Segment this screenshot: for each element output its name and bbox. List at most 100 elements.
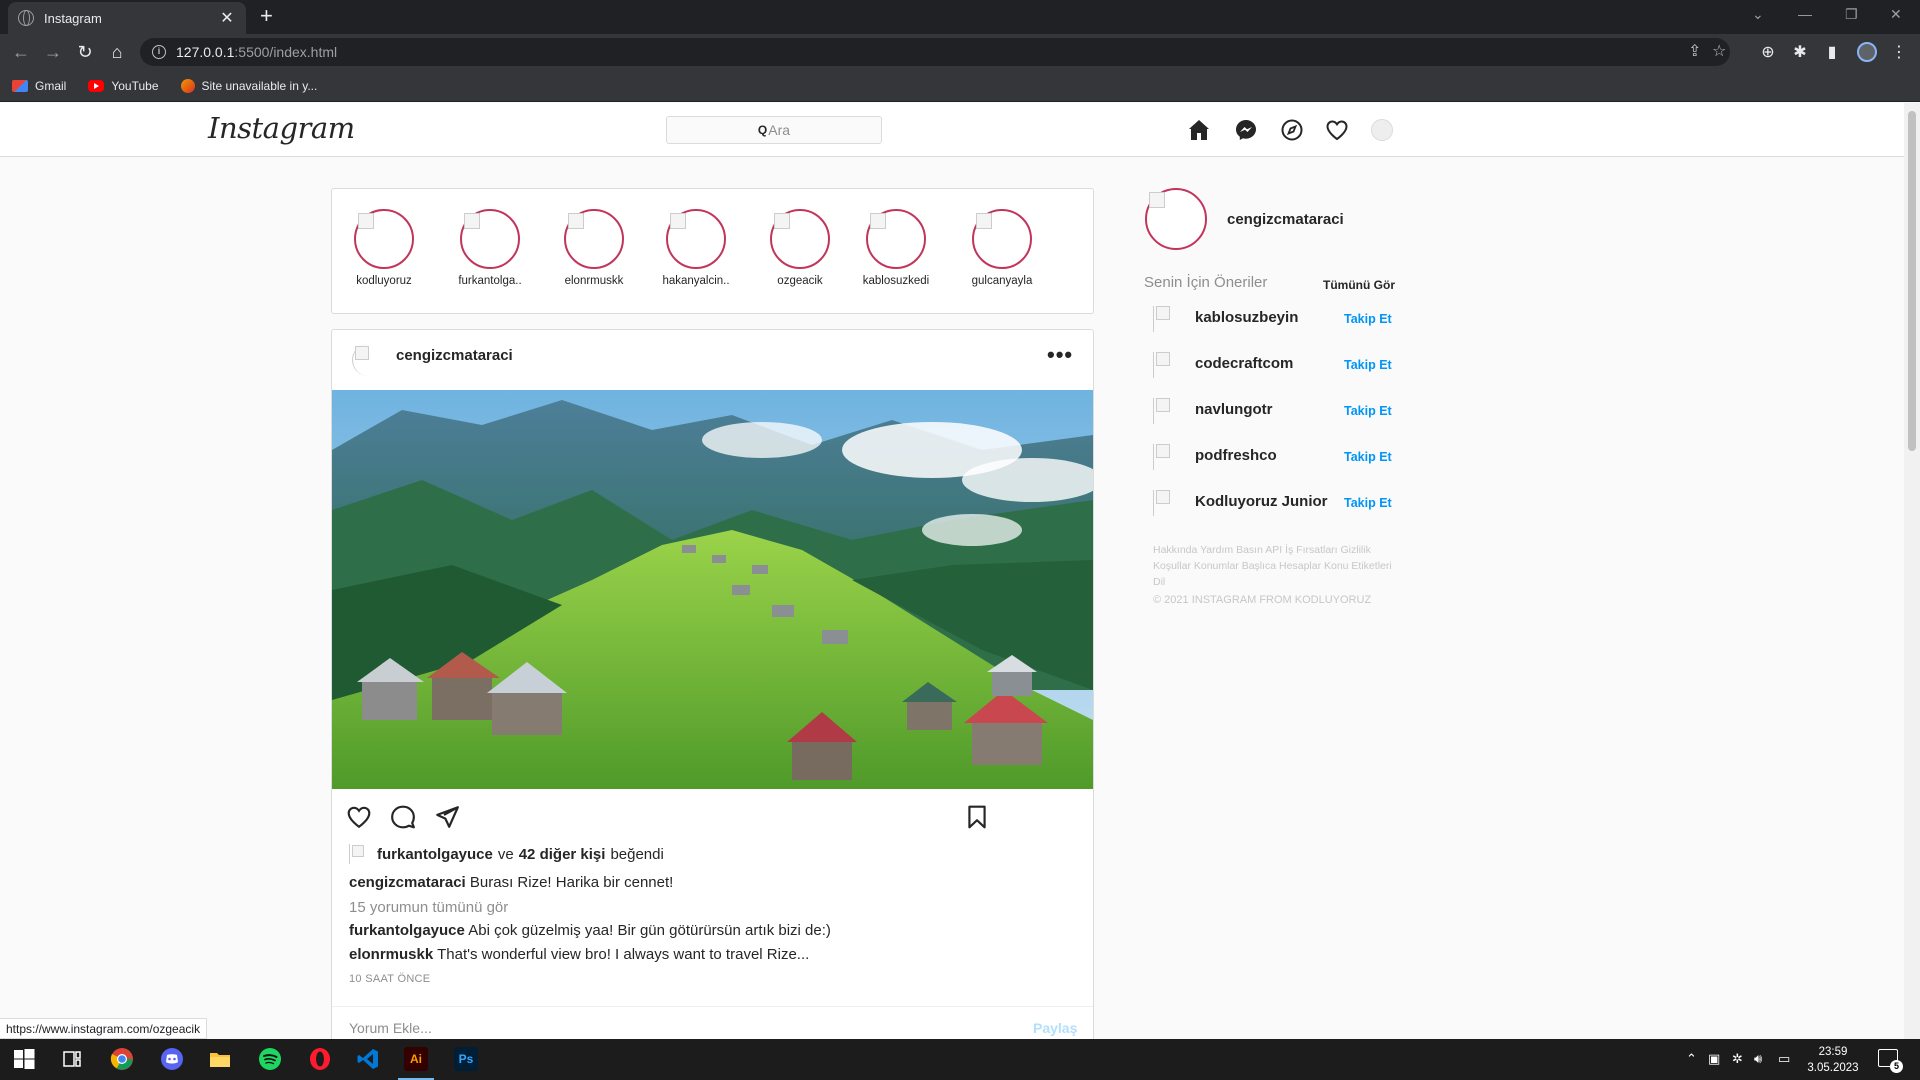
side-panel-icon[interactable]: ▮	[1822, 42, 1842, 62]
suggestion-username[interactable]: codecraftcom	[1195, 355, 1293, 372]
profile-avatar[interactable]	[1371, 119, 1393, 141]
suggestion-username[interactable]: Kodluyoruz Junior	[1195, 493, 1328, 510]
more-options-icon[interactable]: •••	[1047, 342, 1073, 368]
share-page-icon[interactable]: ⇪	[1688, 41, 1701, 61]
notification-center-icon[interactable]: 5	[1878, 1049, 1903, 1073]
comment-input[interactable]: Yorum Ekle...	[349, 1020, 432, 1036]
suggestion-username[interactable]: navlungotr	[1195, 401, 1273, 418]
see-all-link[interactable]: Tümünü Gör	[1323, 278, 1395, 292]
sidebar-username[interactable]: cengizcmataraci	[1227, 211, 1344, 228]
instagram-logo[interactable]: Instagram	[208, 111, 355, 145]
comment-icon[interactable]	[390, 804, 416, 830]
suggestion-avatar[interactable]	[1153, 444, 1177, 470]
caption-username[interactable]: cengizcmataraci	[349, 874, 466, 891]
follow-button[interactable]: Takip Et	[1344, 404, 1392, 418]
post-photo[interactable]	[332, 390, 1093, 789]
site-info-icon[interactable]: i	[152, 45, 166, 59]
restore-icon[interactable]: ❐	[1845, 6, 1858, 23]
browser-toolbar: ← → ↻ ⌂ i 127.0.0.1 :5500/index.html ⇪ ☆…	[0, 34, 1920, 70]
suggestion-username[interactable]: podfreshco	[1195, 447, 1277, 464]
home-nav-icon[interactable]	[1187, 118, 1211, 142]
comment-username[interactable]: elonrmuskk	[349, 946, 433, 963]
share-send-icon[interactable]	[434, 804, 460, 830]
tray-device-icon[interactable]: ▣	[1708, 1051, 1720, 1067]
follow-button[interactable]: Takip Et	[1344, 496, 1392, 510]
story-item[interactable]: hakanyalcin..	[658, 209, 734, 287]
browser-profile-avatar[interactable]	[1857, 42, 1877, 62]
likes-connector: ve	[497, 845, 514, 863]
suggestion-avatar[interactable]	[1153, 306, 1177, 332]
forward-icon[interactable]: →	[42, 41, 64, 63]
vscode-icon[interactable]	[356, 1047, 380, 1071]
file-explorer-icon[interactable]	[208, 1047, 232, 1071]
address-bar[interactable]: i 127.0.0.1 :5500/index.html ⇪ ☆	[140, 38, 1730, 66]
home-icon[interactable]: ⌂	[106, 41, 128, 63]
liker-avatar[interactable]	[349, 844, 369, 864]
close-tab-icon[interactable]: ✕	[218, 8, 236, 28]
suggestion-username[interactable]: kablosuzbeyin	[1195, 309, 1298, 326]
page-scrollbar[interactable]	[1904, 103, 1920, 1039]
back-icon[interactable]: ←	[10, 41, 32, 63]
photoshop-icon[interactable]: Ps	[454, 1047, 478, 1071]
discord-icon[interactable]	[160, 1047, 184, 1071]
close-window-icon[interactable]: ✕	[1890, 6, 1902, 23]
browser-menu-icon[interactable]: ⋮	[1889, 42, 1909, 62]
follow-button[interactable]: Takip Et	[1344, 450, 1392, 464]
explore-compass-icon[interactable]	[1280, 118, 1304, 142]
spotify-icon[interactable]	[258, 1047, 282, 1071]
opera-icon[interactable]	[308, 1047, 332, 1071]
bookmark-gmail[interactable]: Gmail	[12, 79, 66, 93]
task-view-icon[interactable]	[60, 1047, 84, 1071]
tray-overflow-icon[interactable]: ⌃	[1686, 1051, 1697, 1067]
story-item[interactable]: kablosuzkedi	[858, 209, 934, 287]
story-item[interactable]: kodluyoruz	[346, 209, 422, 287]
minimize-icon[interactable]: —	[1798, 6, 1812, 22]
like-heart-icon[interactable]	[346, 804, 372, 830]
system-clock[interactable]: 23:59 3.05.2023	[1800, 1044, 1866, 1076]
sidebar-profile-avatar[interactable]	[1145, 188, 1207, 250]
caption-text: Burası Rize! Harika bir cennet!	[469, 874, 674, 891]
footer-links[interactable]: Hakkında Yardım Basın API İş Fırsatları …	[1153, 542, 1393, 590]
suggestion-avatar[interactable]	[1153, 352, 1177, 378]
url-path: :5500/index.html	[234, 44, 338, 60]
suggestion-item: navlungotr Takip Et	[1153, 398, 1393, 434]
suggestion-avatar[interactable]	[1153, 398, 1177, 424]
status-bar-url: https://www.instagram.com/ozgeacik	[0, 1018, 208, 1039]
follow-button[interactable]: Takip Et	[1344, 358, 1392, 372]
save-bookmark-icon[interactable]	[964, 804, 990, 830]
browser-tab-instagram[interactable]: Instagram ✕	[8, 2, 246, 34]
liker-username[interactable]: furkantolgayuce	[377, 846, 493, 863]
likes-others[interactable]: 42 diğer kişi	[519, 846, 606, 863]
tray-app-icon[interactable]: ✲	[1732, 1051, 1743, 1067]
story-item[interactable]: elonrmuskk	[556, 209, 632, 287]
bookmark-star-icon[interactable]: ☆	[1712, 41, 1726, 61]
post-author-name[interactable]: cengizcmataraci	[396, 347, 513, 364]
story-item[interactable]: furkantolga..	[452, 209, 528, 287]
volume-icon[interactable]: 🔊︎	[1754, 1051, 1762, 1067]
story-name: furkantolga..	[458, 275, 522, 287]
new-tab-button[interactable]: +	[260, 4, 273, 28]
story-avatar	[666, 209, 726, 269]
scrollbar-thumb[interactable]	[1908, 111, 1916, 451]
chrome-icon[interactable]	[110, 1047, 134, 1071]
story-item[interactable]: gulcanyayla	[964, 209, 1040, 287]
tab-search-icon[interactable]: ⌄	[1752, 6, 1764, 23]
messenger-icon[interactable]	[1234, 118, 1258, 142]
extensions-icon[interactable]: ✱	[1790, 42, 1810, 62]
bookmark-site-unavailable[interactable]: Site unavailable in y...	[180, 78, 317, 93]
search-input[interactable]: Q Ara	[666, 116, 882, 144]
reload-icon[interactable]: ↻	[74, 41, 96, 63]
view-all-comments-link[interactable]: 15 yorumun tümünü gör	[349, 899, 508, 916]
bookmark-youtube[interactable]: YouTube	[88, 79, 159, 93]
follow-button[interactable]: Takip Et	[1344, 312, 1392, 326]
story-item[interactable]: ozgeacik	[762, 209, 838, 287]
post-author-avatar[interactable]	[352, 344, 384, 376]
activity-heart-icon[interactable]	[1325, 118, 1349, 142]
translate-icon[interactable]: ⊕	[1758, 42, 1778, 62]
network-icon[interactable]: ▭	[1778, 1051, 1790, 1067]
suggestion-avatar[interactable]	[1153, 490, 1177, 516]
comment-username[interactable]: furkantolgayuce	[349, 922, 465, 939]
share-comment-button[interactable]: Paylaş	[1033, 1020, 1077, 1036]
illustrator-icon[interactable]: Ai	[398, 1047, 434, 1080]
start-icon[interactable]	[12, 1047, 36, 1071]
